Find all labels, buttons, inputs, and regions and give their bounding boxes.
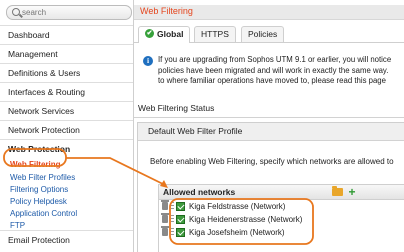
sidebar: Dashboard Management Definitions & Users… [0,0,134,252]
trash-icon[interactable] [161,226,169,236]
page-title: Web Filtering [140,6,193,16]
sidebar-subitem-application-control[interactable]: Application Control [0,208,133,220]
drag-handle-icon[interactable] [171,228,174,237]
divider [134,117,404,118]
network-label: Kiga Heidenerstrasse (Network) [189,215,303,224]
sidebar-item-network-protection[interactable]: Network Protection [0,120,133,139]
allowed-networks-header: Allowed networks + [159,185,404,200]
drag-handle-icon[interactable] [171,215,174,224]
trash-icon[interactable] [161,213,169,223]
tab-https[interactable]: HTTPS [194,26,236,42]
sidebar-item-interfaces-routing[interactable]: Interfaces & Routing [0,82,133,101]
sidebar-item-definitions-users[interactable]: Definitions & Users [0,63,133,82]
sidebar-item-web-protection[interactable]: Web Protection [0,139,133,158]
profile-panel: Default Web Filter Profile Before enabli… [137,122,404,252]
sidebar-subitem-filtering-options[interactable]: Filtering Options [0,184,133,196]
tab-policies-label: Policies [248,29,278,39]
sidebar-subitem-web-filter-profiles[interactable]: Web Filter Profiles [0,172,133,184]
allowed-networks-title: Allowed networks [163,187,236,197]
profile-panel-header: Default Web Filter Profile [138,123,404,141]
tab-policies[interactable]: Policies [241,26,285,42]
sidebar-item-email-protection[interactable]: Email Protection [0,230,133,249]
sidebar-item-management[interactable]: Management [0,44,133,63]
tab-global-label: Global [157,29,184,39]
check-circle-icon: ✔ [145,29,154,39]
network-row[interactable]: Kiga Josefsheim (Network) [159,226,404,239]
app-window: Dashboard Management Definitions & Users… [0,0,404,252]
allowed-networks-box: Allowed networks + Kiga Feldstrasse (Net… [158,184,404,252]
profile-description: Before enabling Web Filtering, specify w… [150,157,394,166]
trash-icon[interactable] [161,200,169,210]
info-icon: i [143,56,153,66]
page-header: Web Filtering [134,5,404,20]
network-label: Kiga Josefsheim (Network) [189,228,285,237]
info-line-2: policies have been migrated and will wor… [158,65,389,75]
tab-bar: ✔ Global HTTPS Policies [134,26,404,43]
network-icon [176,228,185,237]
sidebar-subitem-policy-helpdesk[interactable]: Policy Helpdesk [0,196,133,208]
network-label: Kiga Feldstrasse (Network) [189,202,286,211]
info-text: If you are upgrading from Sophos UTM 9.1… [158,55,404,87]
network-icon [176,215,185,224]
sidebar-subitem-web-filtering[interactable]: Web Filtering [0,158,133,172]
sidebar-nav: Dashboard Management Definitions & Users… [0,25,133,232]
search-icon [12,8,20,16]
network-icon [176,202,185,211]
drag-handle-icon[interactable] [171,202,174,211]
tab-https-label: HTTPS [201,29,229,39]
add-icon[interactable]: + [346,185,358,199]
search-box[interactable] [6,5,132,20]
status-section-title: Web Filtering Status [138,103,215,113]
sidebar-item-dashboard[interactable]: Dashboard [0,25,133,44]
network-row[interactable]: Kiga Feldstrasse (Network) [159,200,404,213]
info-line-3: to where familiar operations have moved … [158,76,386,85]
network-row[interactable]: Kiga Heidenerstrasse (Network) [159,213,404,226]
info-message: i If you are upgrading from Sophos UTM 9… [140,50,404,90]
tab-global[interactable]: ✔ Global [138,26,191,43]
search-input[interactable] [22,6,122,19]
folder-icon[interactable] [332,186,343,196]
info-line-1: If you are upgrading from Sophos UTM 9.1… [158,55,392,64]
sidebar-item-network-services[interactable]: Network Services [0,101,133,120]
sidebar-bottom: Email Protection [0,230,133,249]
